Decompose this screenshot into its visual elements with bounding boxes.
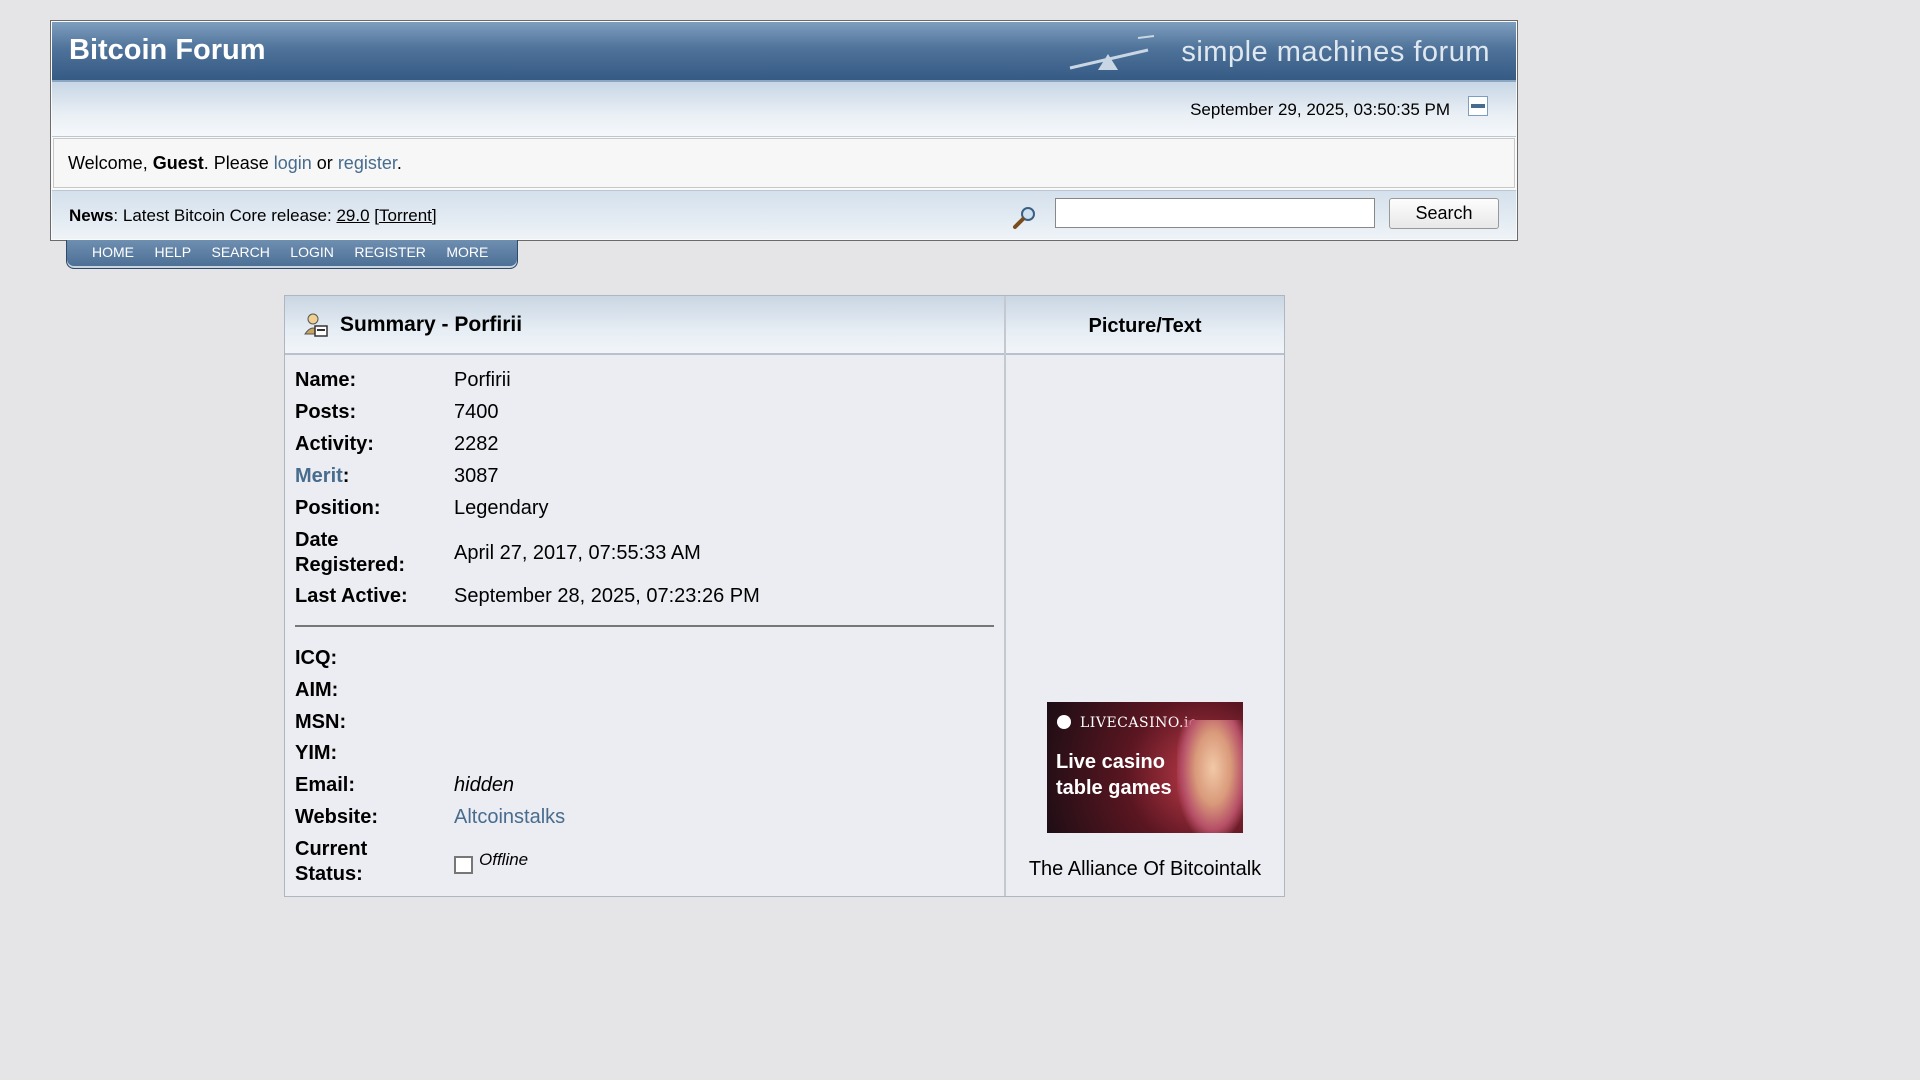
core-release-link[interactable]: 29.0 — [336, 206, 369, 225]
summary-title: Summary - Porfirii — [340, 313, 523, 336]
picture-text-header: Picture/Text — [1006, 296, 1284, 355]
nav-search[interactable]: SEARCH — [211, 244, 269, 260]
posts-value: 7400 — [454, 401, 499, 423]
personal-text: The Alliance Of Bitcointalk — [1028, 858, 1262, 880]
posts-label: Posts: — [295, 401, 357, 423]
last-active-value: September 28, 2025, 07:23:26 PM — [454, 585, 760, 607]
nav-home[interactable]: HOME — [92, 244, 134, 260]
last-active-label: Last Active: — [295, 585, 408, 607]
search-input[interactable] — [1055, 198, 1375, 228]
email-value: hidden — [454, 774, 515, 796]
aim-label: AIM: — [295, 679, 339, 701]
ad-model-image — [1177, 720, 1243, 833]
status-label-1: Current — [295, 838, 368, 860]
register-link[interactable]: register — [338, 153, 397, 173]
date-registered-label-2: Registered: — [295, 554, 406, 576]
yim-label: YIM: — [295, 742, 338, 764]
merit-link[interactable]: Merit — [295, 465, 343, 487]
welcome-or: or — [311, 153, 338, 173]
status-value-wrap: Offline — [454, 848, 528, 874]
name-label: Name: — [295, 369, 357, 391]
nav-help[interactable]: HELP — [154, 244, 191, 260]
livecasino-ad-banner[interactable]: LIVECASINO.io Live casino table games — [1047, 702, 1243, 833]
profile-table: Summary - Porfirii Picture/Text Name: Po… — [284, 295, 1285, 897]
status-label-2: Status: — [295, 863, 363, 885]
torrent-link[interactable]: Torrent — [379, 206, 432, 225]
news-text: News: Latest Bitcoin Core release: 29.0 … — [69, 206, 437, 226]
offline-status-icon — [454, 856, 473, 874]
news-label: News — [69, 206, 114, 225]
profile-divider — [295, 625, 994, 627]
position-value: Legendary — [454, 497, 549, 519]
merit-label-wrap: Merit: — [295, 464, 445, 488]
email-label: Email: — [295, 774, 356, 796]
smf-logo-text: simple machines forum — [1181, 36, 1490, 68]
user-profile-icon — [304, 313, 328, 337]
welcome-suffix: . — [396, 153, 402, 173]
ad-line2: table games — [1056, 777, 1172, 799]
smf-logo-icon — [1069, 35, 1155, 70]
guest-name: Guest — [152, 153, 204, 173]
news-bracket-close: ] — [431, 206, 437, 225]
current-datetime: September 29, 2025, 03:50:35 PM — [1190, 100, 1450, 119]
activity-label: Activity: — [295, 433, 374, 455]
search-icon — [1013, 207, 1035, 229]
status-value: Offline — [479, 850, 529, 869]
forum-header: Bitcoin Forum simple machines forum Sept… — [50, 20, 1518, 241]
website-link[interactable]: Altcoinstalks — [454, 805, 565, 829]
merit-colon: : — [342, 465, 350, 487]
ad-dot-icon — [1057, 715, 1071, 729]
search-button[interactable]: Search — [1389, 198, 1499, 229]
msn-label: MSN: — [295, 711, 347, 733]
welcome-bar: Welcome, Guest. Please login or register… — [53, 138, 1515, 188]
welcome-text: Welcome, Guest. Please login or register… — [68, 153, 402, 174]
welcome-prefix: Welcome, — [68, 153, 153, 173]
main-nav: HOME HELP SEARCH LOGIN REGISTER MORE — [66, 240, 518, 269]
nav-more[interactable]: MORE — [446, 244, 488, 260]
date-bar: September 29, 2025, 03:50:35 PM — [52, 82, 1516, 137]
ad-line1: Live casino — [1056, 751, 1165, 773]
date-registered-label-1: Date — [295, 529, 339, 551]
activity-value: 2282 — [454, 433, 499, 455]
icq-label: ICQ: — [295, 647, 338, 669]
news-bracket-open: [ — [369, 206, 379, 225]
collapse-header-icon[interactable] — [1468, 96, 1488, 116]
date-registered-value: April 27, 2017, 07:55:33 AM — [454, 542, 701, 564]
forum-title[interactable]: Bitcoin Forum — [69, 34, 266, 67]
title-bar: Bitcoin Forum simple machines forum — [52, 22, 1516, 82]
nav-login[interactable]: LOGIN — [290, 244, 334, 260]
picture-text-title: Picture/Text — [1088, 315, 1202, 337]
nav-register[interactable]: REGISTER — [354, 244, 426, 260]
website-label: Website: — [295, 806, 378, 828]
merit-value: 3087 — [454, 465, 499, 487]
welcome-middle: . Please — [203, 153, 274, 173]
login-link[interactable]: login — [274, 153, 312, 173]
column-divider — [1004, 296, 1006, 896]
name-value: Porfirii — [454, 369, 511, 391]
summary-header: Summary - Porfirii — [285, 296, 1004, 355]
position-label: Position: — [295, 497, 381, 519]
news-body: : Latest Bitcoin Core release: — [113, 206, 337, 225]
news-bar: News: Latest Bitcoin Core release: 29.0 … — [52, 190, 1516, 239]
